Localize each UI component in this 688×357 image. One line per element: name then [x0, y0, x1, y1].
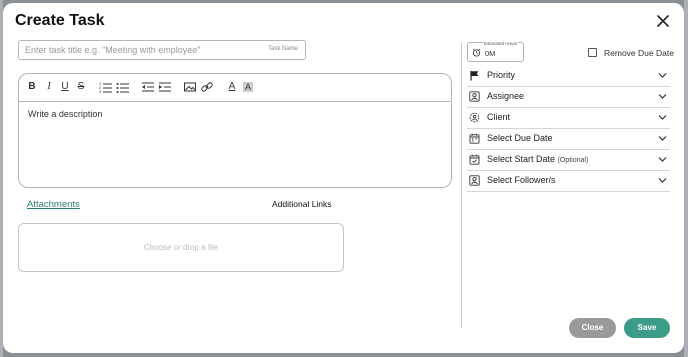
chevron-down-icon: [658, 157, 667, 162]
chevron-down-icon: [658, 94, 667, 99]
attachments-link[interactable]: Attachments: [27, 199, 80, 210]
client-gear-icon: [469, 112, 480, 123]
start-date-label: Select Start Date (Optional): [487, 154, 588, 164]
chevron-down-icon: [658, 115, 667, 120]
priority-select[interactable]: Priority: [467, 66, 670, 87]
image-icon[interactable]: [183, 80, 197, 94]
followers-select[interactable]: Select Follower/s: [467, 171, 670, 192]
flag-icon: [470, 71, 479, 81]
link-icon[interactable]: [200, 80, 214, 94]
description-placeholder: Write a description: [28, 109, 103, 119]
chevron-down-icon: [658, 178, 667, 183]
highlight-icon[interactable]: A: [241, 80, 255, 94]
bullet-list-icon[interactable]: [116, 80, 130, 94]
italic-icon[interactable]: I: [42, 80, 56, 94]
due-date-select[interactable]: Select Due Date: [467, 129, 670, 150]
estimated-hours-label: Estimated Hours: [483, 41, 519, 46]
modal-title: Create Task: [15, 12, 105, 29]
remove-due-date-label: Remove Due Date: [604, 48, 674, 58]
remove-due-date-checkbox[interactable]: [588, 48, 597, 57]
user-card-icon: [469, 91, 480, 102]
save-button[interactable]: Save: [624, 318, 670, 338]
due-date-label: Select Due Date: [487, 133, 553, 143]
file-dropzone[interactable]: Choose or drop a file: [18, 223, 344, 272]
description-editor[interactable]: B I U S 123 A A Write a description: [18, 73, 452, 188]
svg-text:3: 3: [99, 89, 102, 94]
column-divider: [461, 43, 462, 328]
outdent-icon[interactable]: [141, 80, 155, 94]
client-select[interactable]: Client: [467, 108, 670, 129]
editor-toolbar: B I U S 123 A A: [19, 74, 451, 102]
chevron-down-icon: [658, 136, 667, 141]
alarm-clock-icon: [472, 48, 481, 57]
underline-icon[interactable]: U: [58, 80, 72, 94]
task-name-tag: Task Name: [267, 46, 298, 52]
start-date-text: Select Start Date: [487, 154, 556, 164]
ordered-list-icon[interactable]: 123: [99, 80, 113, 94]
font-color-icon[interactable]: A: [225, 80, 239, 94]
backdrop: [684, 0, 688, 357]
indent-icon[interactable]: [158, 80, 172, 94]
priority-label: Priority: [487, 70, 516, 80]
strikethrough-icon[interactable]: S: [74, 80, 88, 94]
close-button[interactable]: Close: [569, 318, 616, 338]
calendar-icon: [469, 133, 480, 144]
chevron-down-icon: [658, 73, 667, 78]
calendar-check-icon: [469, 154, 480, 165]
additional-links-tab[interactable]: Additional Links: [272, 199, 332, 209]
task-title-placeholder: Enter task title e.g. "Meeting with empl…: [25, 45, 201, 55]
assignee-label: Assignee: [487, 91, 525, 101]
start-date-select[interactable]: Select Start Date (Optional): [467, 150, 670, 171]
task-title-input[interactable]: Enter task title e.g. "Meeting with empl…: [18, 40, 306, 60]
close-icon[interactable]: [654, 12, 672, 30]
bold-icon[interactable]: B: [25, 80, 39, 94]
assignee-select[interactable]: Assignee: [467, 87, 670, 108]
estimated-hours-field[interactable]: Estimated Hours 0M: [467, 41, 524, 62]
user-card-icon: [469, 175, 480, 186]
optional-tag: (Optional): [557, 157, 589, 164]
estimated-hours-value: 0M: [485, 49, 496, 58]
create-task-modal: Create Task Enter task title e.g. "Meeti…: [3, 3, 684, 353]
followers-label: Select Follower/s: [487, 175, 556, 185]
client-label: Client: [487, 112, 511, 122]
